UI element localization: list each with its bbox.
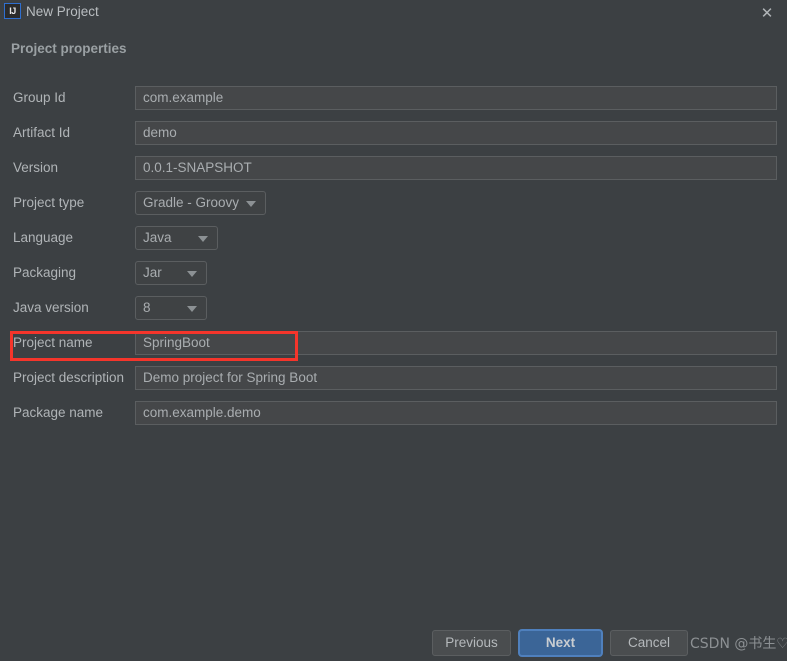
combo-selected-value: Jar [143, 265, 162, 280]
input-group-id[interactable]: com.example [135, 86, 777, 110]
form-row: Version 0.0.1-SNAPSHOT [0, 156, 787, 191]
field-label: Artifact Id [13, 125, 71, 140]
window-title: New Project [26, 4, 99, 19]
combo-packaging[interactable]: Jar [135, 261, 207, 285]
section-title: Project properties [11, 41, 127, 56]
input-project-name[interactable]: SpringBoot [135, 331, 777, 355]
form-row: Project description Demo project for Spri… [0, 366, 787, 401]
chevron-down-icon [198, 236, 208, 242]
input-project-description[interactable]: Demo project for Spring Boot [135, 366, 777, 390]
close-icon[interactable]: ✕ [755, 2, 779, 24]
next-button[interactable]: Next [519, 630, 602, 656]
field-label: Package name [13, 405, 104, 420]
field-label: Version [13, 160, 59, 175]
form-row: Group Id com.example [0, 86, 787, 121]
form-row: Project type Gradle - Groovy [0, 191, 787, 226]
cancel-button[interactable]: Cancel [610, 630, 688, 656]
form-row: Artifact Id demo [0, 121, 787, 156]
combo-selected-value: 8 [143, 300, 151, 315]
chevron-down-icon [187, 271, 197, 277]
form-row: Language Java [0, 226, 787, 261]
combo-project-type[interactable]: Gradle - Groovy [135, 191, 266, 215]
title-bar: IJ New Project ✕ [0, 0, 787, 28]
combo-java-version[interactable]: 8 [135, 296, 207, 320]
chevron-down-icon [246, 201, 256, 207]
field-label: Packaging [13, 265, 77, 280]
combo-language[interactable]: Java [135, 226, 218, 250]
input-version[interactable]: 0.0.1-SNAPSHOT [135, 156, 777, 180]
csdn-watermark: CSDN @书生♡ [690, 636, 787, 652]
form-row: Project name SpringBoot [0, 331, 787, 366]
input-artifact-id[interactable]: demo [135, 121, 777, 145]
form-row: Package name com.example.demo [0, 401, 787, 436]
combo-selected-value: Gradle - Groovy [143, 195, 240, 210]
field-label: Group Id [13, 90, 66, 105]
intellij-idea-icon: IJ [4, 3, 21, 19]
combo-selected-value: Java [143, 230, 172, 245]
chevron-down-icon [187, 306, 197, 312]
field-label: Language [13, 230, 74, 245]
dialog-button-bar: Previous Next Cancel [0, 630, 787, 661]
field-label: Project name [13, 335, 93, 350]
form-row: Packaging Jar [0, 261, 787, 296]
field-label: Project type [13, 195, 85, 210]
field-label: Java version [13, 300, 89, 315]
app-icon-label: IJ [9, 5, 16, 16]
input-package-name[interactable]: com.example.demo [135, 401, 777, 425]
form-row: Java version 8 [0, 296, 787, 331]
previous-button[interactable]: Previous [432, 630, 511, 656]
field-label: Project description [13, 370, 125, 385]
project-properties-form: Group Id com.example Artifact Id demo Versio… [0, 86, 787, 436]
